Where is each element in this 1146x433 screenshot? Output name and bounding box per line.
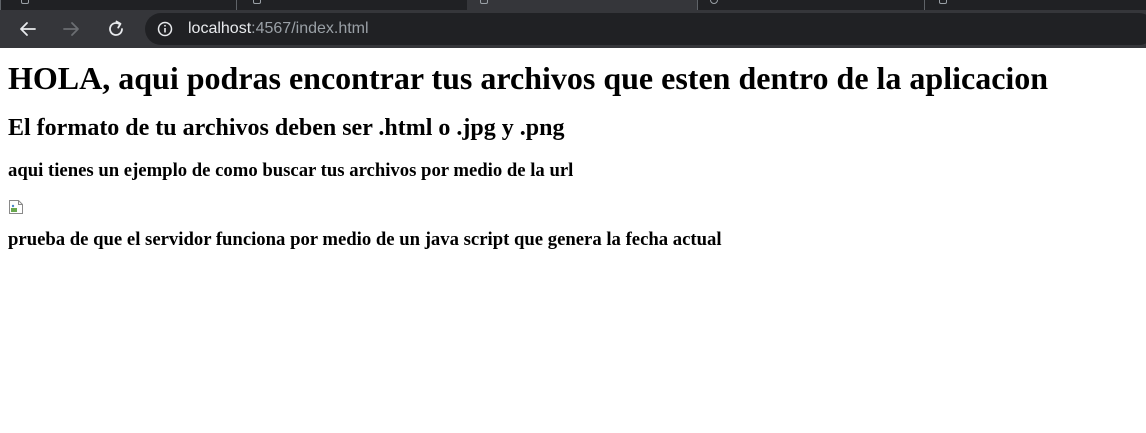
address-bar[interactable]: localhost:4567/index.html	[145, 13, 1146, 45]
url-text[interactable]: localhost:4567/index.html	[188, 20, 369, 38]
arrow-left-icon	[20, 22, 36, 36]
url-path: :4567/index.html	[251, 20, 369, 37]
reload-icon	[109, 20, 123, 36]
page-content: HOLA, aqui podras encontrar tus archivos…	[8, 48, 1138, 251]
server-test-heading: prueba de que el servidor funciona por m…	[8, 229, 722, 250]
browser-chrome: localhost:4567/index.html	[0, 0, 1146, 48]
url-host: localhost	[188, 20, 252, 37]
format-heading: El formato de tu archivos deben ser .htm…	[8, 115, 565, 141]
broken-image-icon	[8, 199, 24, 215]
tab-favicon-icon	[21, 0, 29, 4]
tab-favicon-icon	[253, 0, 261, 4]
arrow-right-icon	[63, 22, 79, 36]
browser-tab[interactable]	[236, 0, 467, 10]
browser-tab-active[interactable]	[467, 0, 697, 10]
browser-tab[interactable]	[0, 0, 236, 10]
tab-favicon-icon	[710, 0, 718, 4]
browser-tab[interactable]	[697, 0, 925, 10]
forward-button[interactable]	[56, 14, 86, 44]
reload-button[interactable]	[101, 14, 131, 44]
tab-favicon-icon	[480, 0, 488, 4]
browser-toolbar: localhost:4567/index.html	[0, 10, 1146, 48]
back-button[interactable]	[13, 14, 43, 44]
browser-tab[interactable]	[924, 0, 1146, 10]
page-title: HOLA, aqui podras encontrar tus archivos…	[8, 60, 1049, 96]
example-heading: aqui tienes un ejemplo de como buscar tu…	[8, 160, 574, 181]
tab-strip	[0, 0, 1146, 10]
tab-favicon-icon	[939, 0, 947, 4]
info-icon[interactable]	[157, 21, 173, 37]
